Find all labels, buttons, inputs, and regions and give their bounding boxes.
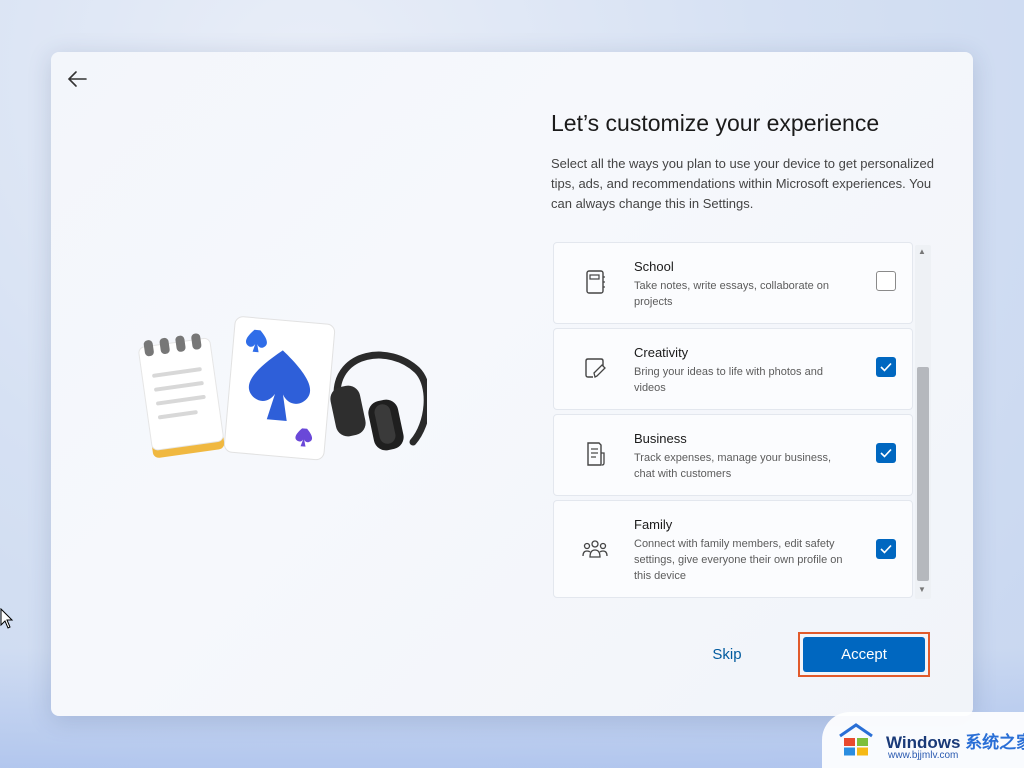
- option-business[interactable]: Business Track expenses, manage your bus…: [553, 414, 913, 496]
- family-checkbox[interactable]: [876, 539, 896, 559]
- mouse-pointer-icon: [0, 607, 14, 630]
- creativity-checkbox[interactable]: [876, 357, 896, 377]
- back-button[interactable]: [64, 68, 90, 90]
- scrollbar-thumb[interactable]: [917, 367, 929, 581]
- option-description: Bring your ideas to life with photos and…: [634, 366, 823, 394]
- watermark-url: www.bjjmlv.com: [888, 750, 959, 761]
- oobe-window: Let’s customize your experience Select a…: [51, 52, 973, 716]
- spade-card-illustration: [223, 316, 336, 461]
- page-description: Select all the ways you plan to use your…: [551, 156, 935, 211]
- option-school[interactable]: School Take notes, write essays, collabo…: [553, 242, 913, 324]
- notebook-icon: [580, 267, 610, 297]
- customize-illustration: [137, 314, 431, 474]
- document-icon: [580, 439, 610, 469]
- option-title: Creativity: [634, 345, 689, 360]
- checkmark-icon: [880, 362, 892, 372]
- option-creativity[interactable]: Creativity Bring your ideas to life with…: [553, 328, 913, 410]
- option-description: Connect with family members, edit safety…: [634, 538, 843, 582]
- business-checkbox[interactable]: [876, 443, 896, 463]
- site-watermark: Windows 系统之家 www.bjjmlv.com: [822, 712, 1024, 768]
- checkmark-icon: [880, 448, 892, 458]
- windows-logo-icon: [836, 722, 876, 758]
- scroll-down-icon[interactable]: ▼: [918, 585, 926, 594]
- options-scrollbar[interactable]: ▲ ▼: [915, 245, 931, 599]
- scroll-up-icon[interactable]: ▲: [918, 247, 926, 256]
- school-checkbox[interactable]: [876, 271, 896, 291]
- skip-button[interactable]: Skip: [697, 640, 757, 670]
- option-family[interactable]: Family Connect with family members, edit…: [553, 500, 913, 598]
- headphones-illustration: [330, 351, 431, 451]
- option-title: School: [634, 259, 674, 274]
- page-title: Let’s customize your experience: [551, 110, 880, 136]
- option-description: Take notes, write essays, collaborate on…: [634, 280, 830, 308]
- usage-options-list[interactable]: School Take notes, write essays, collabo…: [553, 242, 931, 599]
- checkmark-icon: [880, 544, 892, 554]
- accept-button[interactable]: Accept: [803, 637, 925, 672]
- pen-paper-icon: [580, 353, 610, 383]
- watermark-brand-cn: 系统之家: [965, 733, 1024, 752]
- accept-highlight-frame: Accept: [798, 632, 930, 677]
- people-icon: [580, 535, 610, 565]
- option-title: Business: [634, 431, 687, 446]
- back-arrow-icon: [67, 71, 87, 87]
- notepad-illustration: [138, 333, 225, 458]
- option-title: Family: [634, 517, 673, 532]
- option-description: Track expenses, manage your business, ch…: [634, 452, 832, 480]
